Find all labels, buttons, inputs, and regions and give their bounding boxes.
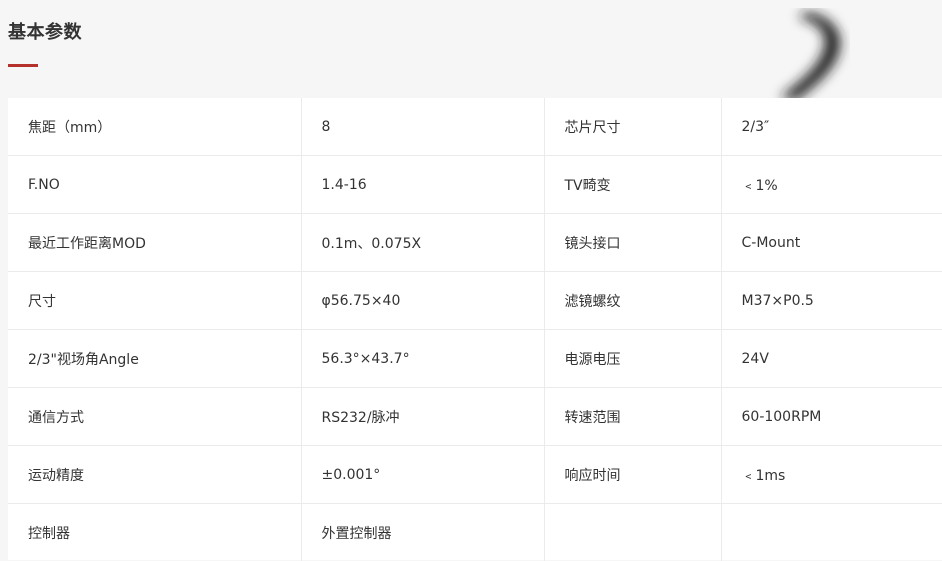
spec-label: 通信方式 xyxy=(8,388,301,446)
spec-value: 24V xyxy=(721,330,942,388)
table-row: 运动精度 ±0.001° 响应时间 ﹤1ms xyxy=(8,446,942,504)
spec-value: ﹤1% xyxy=(721,156,942,214)
table-row: 通信方式 RS232/脉冲 转速范围 60-100RPM xyxy=(8,388,942,446)
section-title: 基本参数 xyxy=(8,20,82,46)
table-row: 焦距（mm） 8 芯片尺寸 2/3″ xyxy=(8,98,942,156)
spec-value: 8 xyxy=(301,98,544,156)
table-row: 尺寸 φ56.75×40 滤镜螺纹 M37×P0.5 xyxy=(8,272,942,330)
blurred-product-image xyxy=(760,8,850,98)
spec-label: 控制器 xyxy=(8,504,301,561)
spec-value: 0.1m、0.075X xyxy=(301,214,544,272)
table-row: F.NO 1.4-16 TV畸变 ﹤1% xyxy=(8,156,942,214)
specs-table: 焦距（mm） 8 芯片尺寸 2/3″ F.NO 1.4-16 TV畸变 ﹤1% … xyxy=(8,98,942,561)
spec-label: 镜头接口 xyxy=(544,214,721,272)
spec-label: 运动精度 xyxy=(8,446,301,504)
spec-value: 56.3°×43.7° xyxy=(301,330,544,388)
table-row: 控制器 外置控制器 xyxy=(8,504,942,561)
spec-value: ﹤1ms xyxy=(721,446,942,504)
table-row: 最近工作距离MOD 0.1m、0.075X 镜头接口 C-Mount xyxy=(8,214,942,272)
spec-value: ±0.001° xyxy=(301,446,544,504)
spec-label: 转速范围 xyxy=(544,388,721,446)
spec-value: M37×P0.5 xyxy=(721,272,942,330)
table-row: 2/3"视场角Angle 56.3°×43.7° 电源电压 24V xyxy=(8,330,942,388)
spec-value: RS232/脉冲 xyxy=(301,388,544,446)
spec-label: 滤镜螺纹 xyxy=(544,272,721,330)
section-header: 基本参数 xyxy=(0,0,942,98)
spec-label: 2/3"视场角Angle xyxy=(8,330,301,388)
spec-value: 1.4-16 xyxy=(301,156,544,214)
spec-value: 60-100RPM xyxy=(721,388,942,446)
spec-label: 响应时间 xyxy=(544,446,721,504)
specs-table-container: 焦距（mm） 8 芯片尺寸 2/3″ F.NO 1.4-16 TV畸变 ﹤1% … xyxy=(8,98,942,560)
spec-label: 芯片尺寸 xyxy=(544,98,721,156)
title-underline xyxy=(8,64,38,67)
spec-value: C-Mount xyxy=(721,214,942,272)
spec-value: φ56.75×40 xyxy=(301,272,544,330)
spec-label: 焦距（mm） xyxy=(8,98,301,156)
spec-label: 最近工作距离MOD xyxy=(8,214,301,272)
spec-label: F.NO xyxy=(8,156,301,214)
spec-value xyxy=(721,504,942,561)
spec-value: 外置控制器 xyxy=(301,504,544,561)
spec-label: 电源电压 xyxy=(544,330,721,388)
spec-label xyxy=(544,504,721,561)
spec-label: 尺寸 xyxy=(8,272,301,330)
spec-label: TV畸变 xyxy=(544,156,721,214)
spec-value: 2/3″ xyxy=(721,98,942,156)
